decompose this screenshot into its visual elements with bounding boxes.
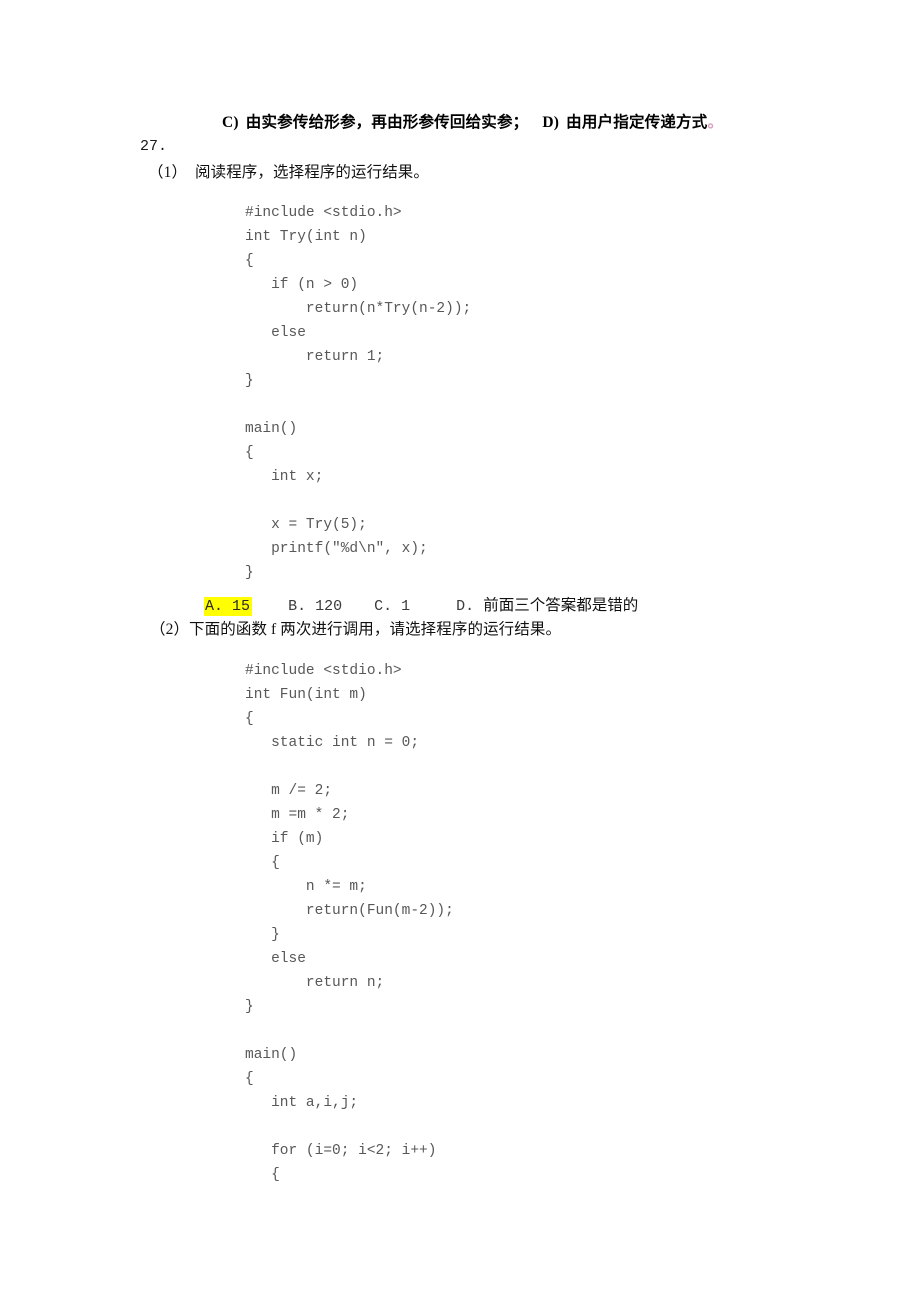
option-c-label: C) bbox=[222, 114, 239, 131]
option-d-label: D) bbox=[542, 114, 560, 131]
subquestion-2-code: #include <stdio.h> int Fun(int m) { stat… bbox=[245, 662, 454, 1183]
question-number: 27. bbox=[140, 138, 168, 155]
header-options-line: C) 由实参传给形参，再由形参传回给实参； D) 由用户指定传递方式。 bbox=[0, 110, 920, 132]
trailing-period: 。 bbox=[707, 114, 724, 131]
answer-option-b-value: 120 bbox=[315, 598, 343, 615]
answer-option-b[interactable]: B. 120 bbox=[288, 595, 342, 619]
answer-option-d[interactable]: D. 前面三个答案都是错的 bbox=[456, 594, 638, 619]
subquestion-1-prompt: （1） 阅读程序，选择程序的运行结果。 bbox=[148, 164, 430, 181]
answer-option-a-label: A. bbox=[205, 598, 224, 615]
answer-option-a-value: 15 bbox=[232, 598, 251, 615]
answer-option-b-label: B. bbox=[288, 598, 307, 615]
answer-option-d-label: D. bbox=[456, 598, 475, 615]
option-c-text: 由实参传给形参，再由形参传回给实参； bbox=[245, 114, 529, 131]
answer-option-c[interactable]: C. 1 bbox=[374, 595, 410, 619]
answer-option-a-highlight: A. 15 bbox=[204, 597, 253, 616]
option-d-text: 由用户指定传递方式 bbox=[566, 114, 708, 131]
answer-option-a[interactable]: A. 15 bbox=[204, 595, 253, 619]
answer-option-c-label: C. bbox=[374, 598, 393, 615]
document-page: C) 由实参传给形参，再由形参传回给实参； D) 由用户指定传递方式。 27. （1）… bbox=[0, 0, 920, 1302]
answer-option-c-value: 1 bbox=[401, 598, 411, 615]
subquestion-1-code: #include <stdio.h> int Try(int n) { if (… bbox=[245, 204, 472, 581]
subquestion-2-prompt: （2）下面的函数 f 两次进行调用，请选择程序的运行结果。 bbox=[150, 621, 562, 638]
subquestion-1-answers: A. 15 B. 120 C. 1 D. 前面三个答案都是错的 bbox=[168, 570, 638, 616]
answer-option-d-value: 前面三个答案都是错的 bbox=[483, 597, 639, 614]
